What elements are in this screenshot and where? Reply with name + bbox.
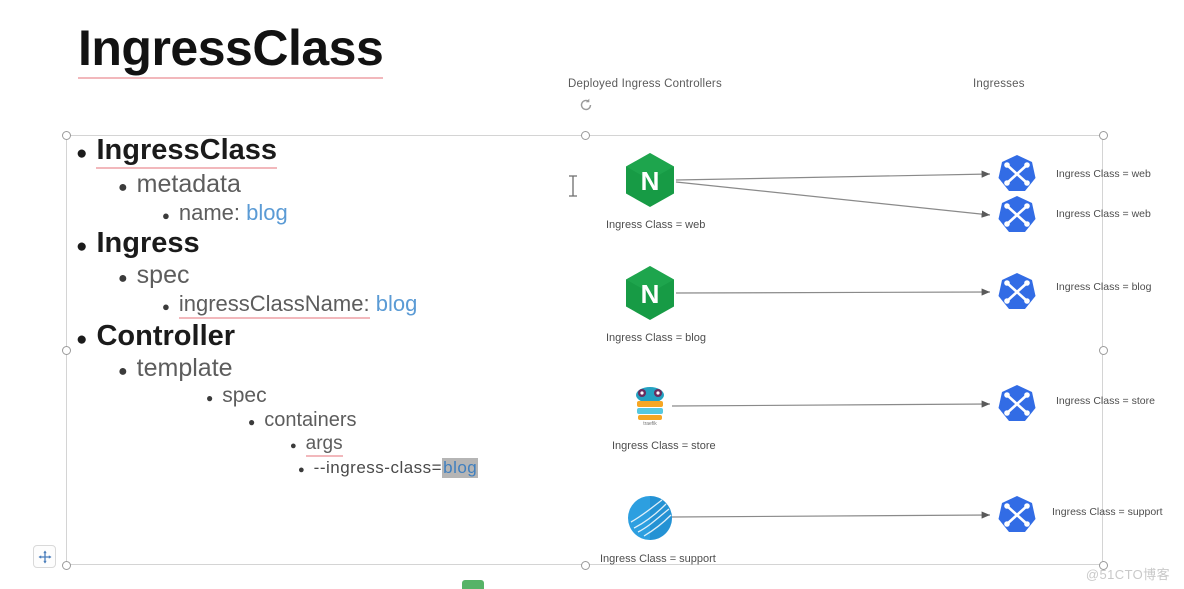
ingress-node-web-1[interactable] <box>996 153 1038 195</box>
offslide-shape-sliver <box>462 580 484 589</box>
text-cursor-icon <box>566 174 580 198</box>
haproxy-logo-icon <box>628 496 672 540</box>
svg-text:N: N <box>641 166 660 196</box>
bullet-dot-icon: ● <box>206 391 214 405</box>
resize-handle-bottom-left[interactable] <box>62 561 71 570</box>
list-item-ingressclass[interactable]: ● IngressClass <box>70 134 540 169</box>
powerpoint-slide-canvas: IngressClass ● IngressClass ● metadata ●… <box>0 0 1184 589</box>
ingress-label-web-2: Ingress Class = web <box>1056 208 1151 220</box>
list-item-ingress[interactable]: ● Ingress <box>70 227 540 260</box>
resize-handle-top-right[interactable] <box>1099 131 1108 140</box>
svg-text:N: N <box>641 279 660 309</box>
bullet-dot-icon: ● <box>162 299 170 314</box>
ingress-label-store: Ingress Class = store <box>1056 395 1155 407</box>
ingress-node-support[interactable] <box>996 494 1038 536</box>
list-item-spec-2[interactable]: ● spec <box>70 384 540 408</box>
selected-text-value[interactable]: blog <box>442 458 479 478</box>
list-item-label: Controller <box>96 320 236 352</box>
list-item-template[interactable]: ● template <box>70 354 540 383</box>
ingress-label-support: Ingress Class = support <box>1052 506 1163 518</box>
list-item-args[interactable]: ● args <box>70 433 540 457</box>
svg-text:traefik: traefik <box>643 421 657 427</box>
list-item-value: blog <box>246 200 288 225</box>
ingress-node-store[interactable] <box>996 383 1038 425</box>
rotate-handle-icon[interactable] <box>577 96 595 114</box>
list-item-controller[interactable]: ● Controller <box>70 320 540 353</box>
controller-label-haproxy-support: Ingress Class = support <box>600 553 716 565</box>
bullet-dot-icon: ● <box>290 440 297 452</box>
slide-title-text: IngressClass <box>78 20 384 79</box>
list-item-label: template <box>136 354 233 382</box>
move-cross-icon <box>38 550 51 563</box>
kubernetes-ingress-icon <box>998 385 1036 421</box>
list-item-label: spec <box>136 261 190 289</box>
ingress-label-web-1: Ingress Class = web <box>1056 168 1151 180</box>
nginx-logo-icon: N <box>626 153 674 207</box>
list-item-ingress-class-arg[interactable]: ● --ingress-class= blog <box>70 458 540 478</box>
controller-label-nginx-blog: Ingress Class = blog <box>606 332 706 344</box>
bullet-dot-icon: ● <box>76 143 88 164</box>
list-item-label: args <box>305 433 343 457</box>
list-item-label: Ingress <box>96 227 200 259</box>
kubernetes-ingress-icon <box>998 196 1036 232</box>
resize-handle-bottom-center[interactable] <box>581 561 590 570</box>
list-item-label: --ingress-class= <box>313 458 443 477</box>
controller-node-nginx-blog[interactable]: N <box>620 263 680 323</box>
list-item-label: ingressClassName: <box>178 291 370 319</box>
list-item-label: spec <box>222 384 267 407</box>
list-item-label: containers <box>264 409 357 431</box>
list-item-label: metadata <box>136 170 241 198</box>
controller-node-traefik-store[interactable]: traefik <box>627 382 673 428</box>
controller-label-traefik-store: Ingress Class = store <box>612 440 716 452</box>
diagram-header-ingresses: Ingresses <box>973 78 1025 90</box>
slide-title[interactable]: IngressClass <box>78 20 384 79</box>
watermark-text: @51CTO博客 <box>1085 567 1170 582</box>
bullet-dot-icon: ● <box>76 236 88 257</box>
resize-handle-top-center[interactable] <box>581 131 590 140</box>
list-item-containers[interactable]: ● containers <box>70 409 540 432</box>
list-item-ingressclassname[interactable]: ● ingressClassName: blog <box>70 291 540 319</box>
bullet-dot-icon: ● <box>248 415 256 429</box>
kubernetes-ingress-icon <box>998 155 1036 191</box>
outline-text-body[interactable]: ● IngressClass ● metadata ● name: blog ●… <box>70 134 540 479</box>
list-item-name[interactable]: ● name: blog <box>70 200 540 226</box>
traefik-logo-icon: traefik <box>636 387 664 427</box>
bullet-dot-icon: ● <box>118 363 128 380</box>
list-item-label: name: <box>178 200 241 225</box>
kubernetes-ingress-icon <box>998 273 1036 309</box>
controller-label-nginx-web: Ingress Class = web <box>606 219 706 231</box>
list-item-value: blog <box>375 291 418 316</box>
nginx-logo-icon: N <box>626 266 674 320</box>
list-item-metadata[interactable]: ● metadata <box>70 170 540 199</box>
ingress-node-blog[interactable] <box>996 271 1038 313</box>
controller-node-haproxy-support[interactable] <box>626 494 674 542</box>
list-item-spec[interactable]: ● spec <box>70 261 540 290</box>
bullet-dot-icon: ● <box>298 464 305 476</box>
resize-handle-middle-right[interactable] <box>1099 346 1108 355</box>
bullet-dot-icon: ● <box>162 208 170 223</box>
ingress-node-web-2[interactable] <box>996 194 1038 236</box>
ingress-label-blog: Ingress Class = blog <box>1056 281 1152 293</box>
list-item-label: IngressClass <box>96 134 278 169</box>
bullet-dot-icon: ● <box>118 270 128 287</box>
controller-node-nginx-web[interactable]: N <box>620 150 680 210</box>
move-object-button[interactable] <box>33 545 56 568</box>
bullet-dot-icon: ● <box>76 329 88 350</box>
diagram-header-controllers: Deployed Ingress Controllers <box>568 78 722 90</box>
bullet-dot-icon: ● <box>118 179 128 196</box>
kubernetes-ingress-icon <box>998 496 1036 532</box>
